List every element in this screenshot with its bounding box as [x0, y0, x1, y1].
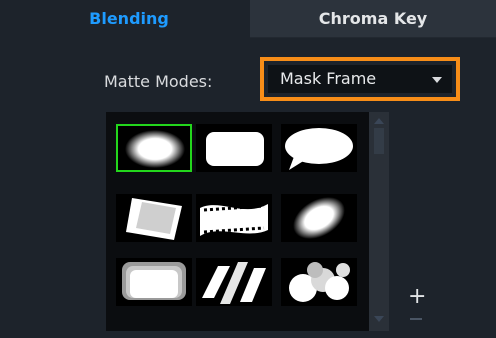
mask-thumbnail-speech-bubble[interactable] — [281, 124, 357, 172]
matte-modes-label: Matte Modes: — [104, 72, 213, 91]
mask-thumbnail-circles-cluster[interactable] — [281, 258, 357, 306]
dropdown-arrow-icon — [432, 77, 442, 83]
tab-chroma-key[interactable]: Chroma Key — [250, 0, 496, 38]
add-mask-button[interactable]: + — [408, 286, 426, 308]
remove-mask-button[interactable] — [410, 318, 422, 320]
mask-thumbnail-film-strip[interactable] — [196, 194, 272, 242]
scroll-down-arrow-icon[interactable] — [374, 316, 384, 322]
scroll-up-arrow-icon[interactable] — [374, 118, 384, 124]
matte-modes-dropdown[interactable]: Mask Frame — [268, 65, 452, 93]
mask-thumbnail-rounded-rectangle[interactable] — [196, 124, 272, 172]
blending-panel: Blending Chroma Key Matte Modes: Mask Fr… — [0, 0, 496, 338]
matte-modes-highlight: Mask Frame — [260, 57, 460, 101]
mask-thumbnail-stacked-rectangles[interactable] — [116, 258, 192, 306]
mask-thumbnail-grid — [106, 112, 389, 331]
tab-blending[interactable]: Blending — [8, 0, 250, 38]
mask-thumbnail-tilted-oval[interactable] — [281, 194, 357, 242]
scrollbar-thumb[interactable] — [374, 128, 384, 154]
mask-thumbnail-torn-paper[interactable] — [116, 194, 192, 242]
mask-grid-scrollbar[interactable] — [369, 112, 389, 331]
matte-modes-value: Mask Frame — [280, 69, 377, 88]
mask-thumbnail-slanted-stripes[interactable] — [196, 258, 272, 306]
mask-thumbnail-oval[interactable] — [116, 124, 192, 172]
